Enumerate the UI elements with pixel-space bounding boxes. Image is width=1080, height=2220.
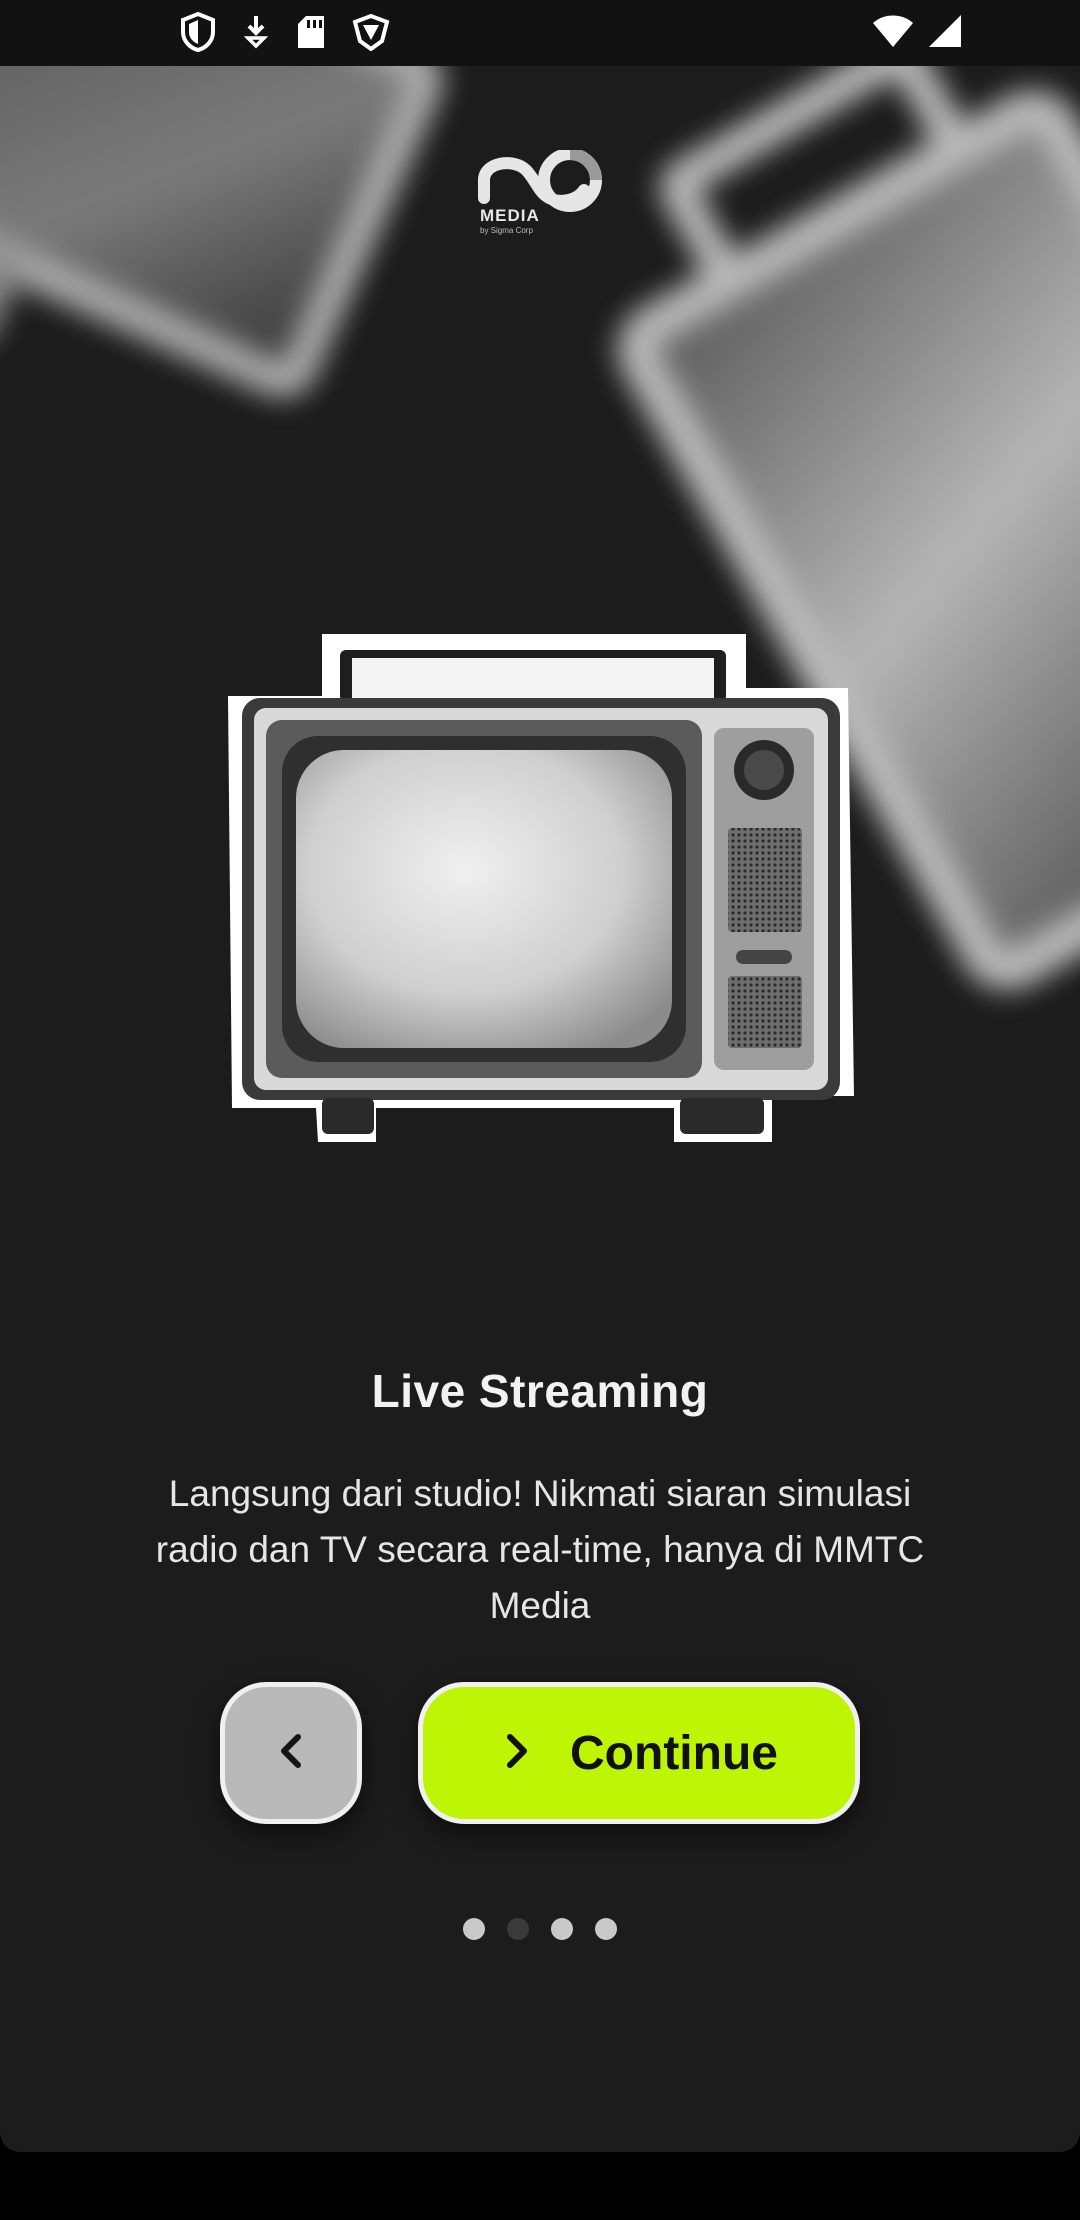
onboarding-title: Live Streaming (371, 1365, 709, 1417)
vpn-shield-icon (352, 13, 390, 51)
onboarding-description: Langsung dari studio! Nikmati siaran sim… (155, 1473, 925, 1626)
retro-tv-illustration (226, 628, 854, 1148)
status-icons-left (180, 12, 390, 52)
page-dot-1[interactable] (463, 1918, 485, 1940)
wifi-icon (872, 14, 914, 48)
page-dot-3[interactable] (551, 1918, 573, 1940)
status-bar (0, 0, 1080, 66)
logo-subtext: by Sigma Corp (480, 226, 533, 235)
chevron-right-icon (500, 1731, 534, 1776)
sd-card-icon (296, 14, 326, 50)
back-button[interactable] (220, 1682, 362, 1824)
system-navigation-bar (0, 2152, 1080, 2220)
cell-signal-icon (928, 14, 962, 48)
chevron-left-icon (274, 1731, 308, 1776)
onboarding-screen: MEDIA by Sigma Corp Live Streaming Langs… (0, 0, 1080, 2152)
continue-label: Continue (570, 1726, 778, 1780)
app-logo: MEDIA by Sigma Corp (476, 148, 604, 240)
page-dot-2-current[interactable] (507, 1918, 529, 1940)
shield-icon (180, 12, 216, 52)
continue-button[interactable]: Continue (418, 1682, 860, 1824)
download-icon (242, 14, 270, 50)
page-indicator (0, 1918, 1080, 1940)
page-dot-4[interactable] (595, 1918, 617, 1940)
logo-text: MEDIA (480, 206, 540, 225)
status-icons-right (872, 14, 962, 48)
